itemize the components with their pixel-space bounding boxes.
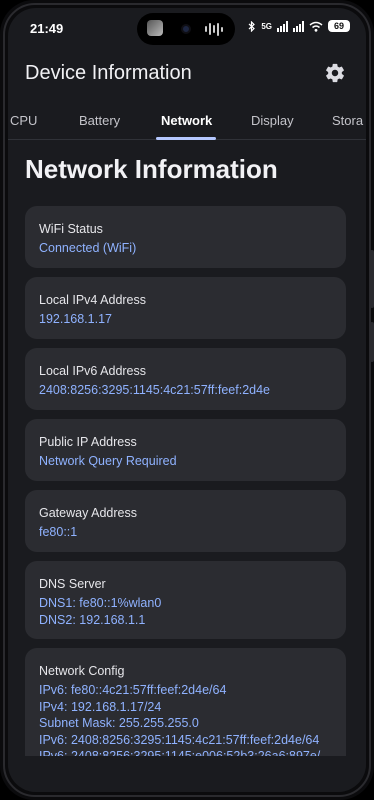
card-value: 2408:8256:3295:1145:4c21:57ff:feef:2d4e bbox=[39, 383, 270, 397]
tab-battery[interactable]: Battery bbox=[79, 113, 120, 128]
card-label: WiFi Status bbox=[39, 222, 103, 236]
tab-display[interactable]: Display bbox=[251, 113, 294, 128]
wifi-icon bbox=[309, 21, 323, 32]
phone-frame: 21:49 5G 69 Device Information CPU Batte… bbox=[0, 0, 374, 800]
page-title: Network Information bbox=[25, 154, 278, 184]
gateway-address-card: Gateway Address fe80::1 bbox=[25, 490, 346, 552]
network-config-card: Network Config IPv6: fe80::4c21:57ff:fee… bbox=[25, 648, 346, 768]
card-label: Local IPv4 Address bbox=[39, 293, 147, 307]
card-value: DNS1: fe80::1%wlan0 DNS2: 192.168.1.1 bbox=[39, 596, 162, 627]
signal-2-icon bbox=[293, 20, 304, 32]
card-label: Public IP Address bbox=[39, 435, 137, 449]
card-value: Connected (WiFi) bbox=[39, 241, 137, 255]
status-bar: 21:49 5G 69 bbox=[8, 8, 366, 48]
tab-bar: CPU Battery Network Display Stora bbox=[8, 106, 366, 140]
public-ip-card: Public IP Address Network Query Required bbox=[25, 419, 346, 481]
dynamic-island[interactable] bbox=[137, 13, 235, 45]
card-label: Network Config bbox=[39, 664, 125, 678]
card-value: 192.168.1.17 bbox=[39, 312, 112, 326]
screen-bottom-edge bbox=[8, 756, 366, 792]
local-ipv6-card: Local IPv6 Address 2408:8256:3295:1145:4… bbox=[25, 348, 346, 410]
audio-wave-icon bbox=[205, 22, 223, 36]
camera-icon bbox=[181, 24, 191, 34]
status-time: 21:49 bbox=[30, 21, 64, 36]
card-value: IPv6: fe80::4c21:57ff:feef:2d4e/64 IPv4:… bbox=[39, 683, 320, 763]
tab-cpu[interactable]: CPU bbox=[10, 113, 37, 128]
volume-button bbox=[370, 250, 374, 308]
app-bar: Device Information bbox=[8, 56, 366, 96]
network-type-label: 5G bbox=[261, 21, 272, 31]
screen: 21:49 5G 69 Device Information CPU Batte… bbox=[8, 8, 366, 792]
bluetooth-icon bbox=[248, 20, 256, 32]
app-title: Device Information bbox=[25, 62, 192, 84]
card-label: Gateway Address bbox=[39, 506, 137, 520]
battery-icon: 69 bbox=[328, 20, 350, 32]
card-value: Network Query Required bbox=[39, 454, 177, 468]
tab-network[interactable]: Network bbox=[161, 113, 212, 128]
status-icons: 5G 69 bbox=[248, 20, 350, 32]
wifi-status-card: WiFi Status Connected (WiFi) bbox=[25, 206, 346, 268]
tab-indicator bbox=[156, 137, 216, 140]
tab-storage[interactable]: Stora bbox=[332, 113, 363, 128]
power-button bbox=[370, 322, 374, 362]
media-thumbnail-icon bbox=[147, 20, 163, 36]
card-value: fe80::1 bbox=[39, 525, 78, 539]
card-label: Local IPv6 Address bbox=[39, 364, 147, 378]
dns-server-card: DNS Server DNS1: fe80::1%wlan0 DNS2: 192… bbox=[25, 561, 346, 639]
local-ipv4-card: Local IPv4 Address 192.168.1.17 bbox=[25, 277, 346, 339]
card-label: DNS Server bbox=[39, 577, 106, 591]
gear-icon[interactable] bbox=[324, 62, 346, 84]
signal-icon bbox=[277, 20, 288, 32]
